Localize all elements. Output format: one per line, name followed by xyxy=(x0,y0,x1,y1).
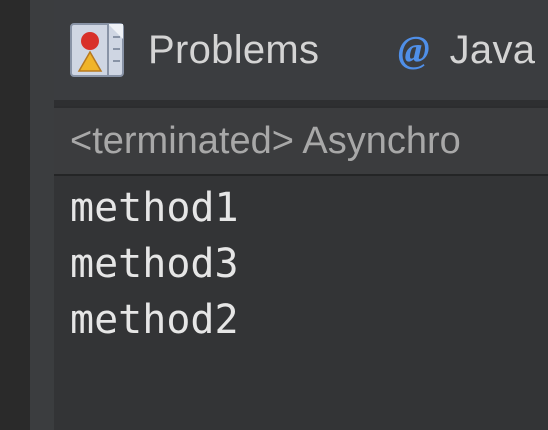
tab-javadoc[interactable]: @ Java xyxy=(398,0,535,100)
tab-javadoc-label: Java xyxy=(449,27,536,72)
eclipse-window: Problems @ Java <terminated> Asynchro me… xyxy=(0,0,548,430)
console-output[interactable]: method1 method3 method2 xyxy=(54,176,548,430)
console-header: <terminated> Asynchro xyxy=(54,106,548,176)
output-line: method2 xyxy=(70,297,239,343)
console-panel: Problems @ Java <terminated> Asynchro me… xyxy=(54,0,548,430)
console-title: <terminated> Asynchro xyxy=(70,119,461,162)
panel-separator[interactable] xyxy=(30,0,54,430)
problems-icon xyxy=(70,23,124,77)
javadoc-icon: @ xyxy=(398,29,430,71)
view-tab-strip: Problems @ Java xyxy=(54,0,548,106)
tab-problems[interactable]: Problems xyxy=(68,0,319,100)
output-line: method3 xyxy=(70,241,239,287)
editor-gutter xyxy=(0,0,30,430)
tab-problems-label: Problems xyxy=(148,27,320,72)
output-line: method1 xyxy=(70,185,239,231)
